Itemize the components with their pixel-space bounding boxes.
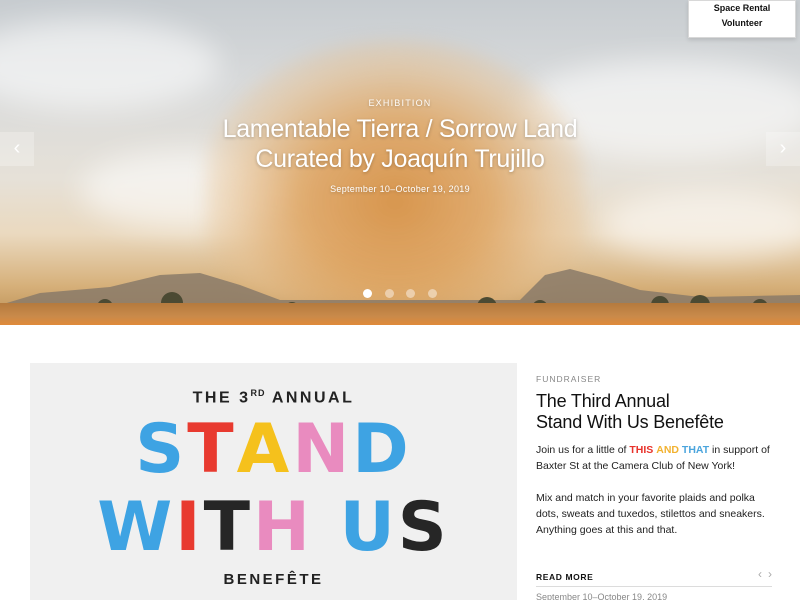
and-highlight: AND <box>656 444 679 456</box>
slide-dot-1[interactable] <box>363 289 373 298</box>
slide-dot-4[interactable] <box>427 289 437 298</box>
next-item-date: September 10–October 19, 2019 <box>536 592 668 600</box>
poster-letter: I <box>175 488 204 567</box>
feature-prev-arrow-icon[interactable]: ‹ <box>758 567 762 581</box>
hero-title-line1[interactable]: Lamentable Tierra / Sorrow Land <box>0 114 800 144</box>
poster-letter: W <box>97 488 176 567</box>
feature-body-paragraph-1: Join us for a little of THIS AND THAT in… <box>536 442 772 474</box>
poster-letter: T <box>203 488 253 567</box>
menu-item-volunteer[interactable]: Volunteer <box>689 16 795 31</box>
feature-title-line2[interactable]: Stand With Us Benefête <box>536 412 772 433</box>
poster-heading-sup: RD <box>250 388 266 398</box>
read-more-link[interactable]: READ MORE <box>536 572 593 582</box>
poster-letter: H <box>252 488 313 567</box>
feature-title[interactable]: The Third Annual Stand With Us Benefête <box>536 391 772 433</box>
benefete-poster-image[interactable]: THE 3RD ANNUAL STAND WITH US BENEFÊTE <box>30 363 517 600</box>
menu-item-space-rental[interactable]: Space Rental <box>689 1 795 16</box>
poster-letter: S <box>135 410 188 489</box>
desert-ground <box>0 303 800 325</box>
poster-benefete: BENEFÊTE <box>223 571 324 588</box>
hero-caption: EXHIBITION Lamentable Tierra / Sorrow La… <box>0 98 800 194</box>
read-more-row: READ MORE ‹ › <box>536 567 772 587</box>
cloud <box>0 20 220 110</box>
hero-prev-arrow-icon[interactable]: ‹ <box>0 132 34 166</box>
poster-letter: T <box>187 410 237 489</box>
poster-letter: D <box>352 410 412 489</box>
feature-next-arrow-icon[interactable]: › <box>768 567 772 581</box>
hero-title-line2[interactable]: Curated by Joaquín Trujillo <box>0 144 800 174</box>
poster-letter: S <box>397 488 450 567</box>
slide-dot-2[interactable] <box>384 289 394 298</box>
hero-dates: September 10–October 19, 2019 <box>330 184 470 194</box>
feature-nav: ‹ › <box>752 567 772 581</box>
this-highlight: THIS <box>629 444 654 456</box>
dropdown-menu: Space Rental Volunteer <box>688 0 796 38</box>
feature-body-paragraph-2: Mix and match in your favorite plaids an… <box>536 492 765 536</box>
poster-heading-suffix: ANNUAL <box>265 389 355 407</box>
hero-title[interactable]: Lamentable Tierra / Sorrow Land Curated … <box>0 114 800 174</box>
poster-word-with-us: WITH US <box>30 493 517 563</box>
slide-indicator <box>0 285 800 303</box>
poster-letter <box>313 493 340 563</box>
poster-word-stand: STAND <box>30 415 517 485</box>
feature-body: Join us for a little of THIS AND THAT in… <box>536 442 772 538</box>
poster-heading: THE 3RD ANNUAL <box>30 388 517 407</box>
hero-kicker: EXHIBITION <box>368 98 432 108</box>
poster-letter: U <box>339 488 398 567</box>
body-text: Join us for a little of <box>536 444 630 456</box>
poster-heading-prefix: THE 3 <box>192 389 251 407</box>
poster-letter: A <box>236 410 293 489</box>
feature-title-line1[interactable]: The Third Annual <box>536 391 772 412</box>
that-highlight: THAT <box>681 444 710 456</box>
feature-article: FUNDRAISER The Third Annual Stand With U… <box>536 374 772 538</box>
slide-dot-3[interactable] <box>406 289 416 298</box>
feature-kicker: FUNDRAISER <box>536 374 602 384</box>
hero-next-arrow-icon[interactable]: › <box>766 132 800 166</box>
poster-letter: N <box>292 410 353 489</box>
